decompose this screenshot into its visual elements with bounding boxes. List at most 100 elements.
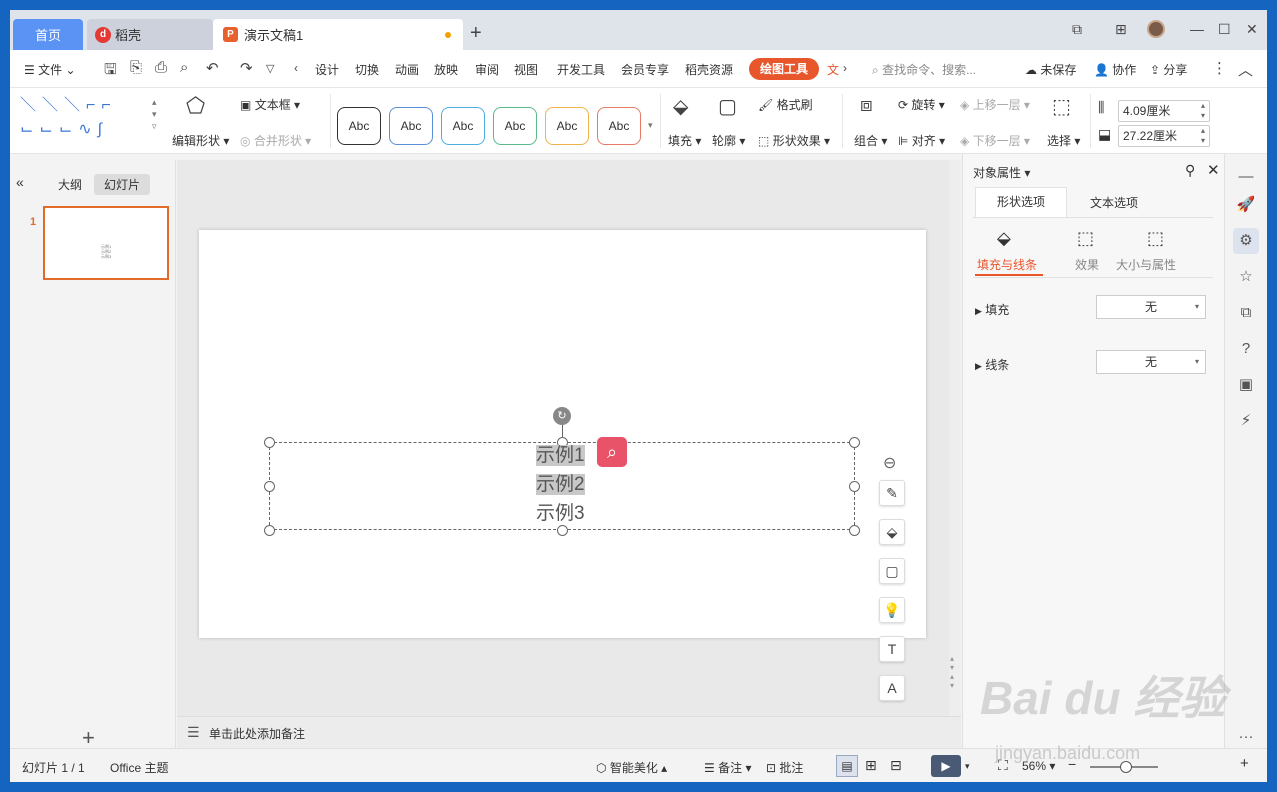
collapse-panel-icon[interactable]: « xyxy=(16,174,24,190)
new-tab-button[interactable]: + xyxy=(470,22,482,45)
text-box-button[interactable]: ▣ 文本框 ▾ xyxy=(240,96,300,113)
style-preset-2[interactable]: Abc xyxy=(389,107,433,145)
rotate-button[interactable]: ⟳ 旋转 ▾ xyxy=(898,96,945,113)
slide-text-line-1[interactable]: 示例1 xyxy=(536,445,585,466)
resize-handle[interactable] xyxy=(849,481,860,492)
minimize-sidebar-icon[interactable]: — xyxy=(1233,164,1259,190)
tab-outline[interactable]: 大纲 xyxy=(48,174,92,195)
help-icon[interactable]: ? xyxy=(1233,336,1259,362)
panel-title[interactable]: 对象属性 ▾ xyxy=(973,164,1030,181)
beautify-button[interactable]: ⬡ 智能美化 ▴ xyxy=(596,759,667,776)
collapse-ribbon-icon[interactable]: ︿ xyxy=(1238,59,1253,80)
fill-dropdown[interactable]: 无 ▾ xyxy=(1096,295,1206,319)
pin-icon[interactable]: ⚲ xyxy=(1185,162,1195,179)
command-search[interactable]: ⌕ 查找命令、搜索... xyxy=(872,61,976,78)
fill-tool-icon[interactable]: ⬙ xyxy=(879,519,905,545)
slide-thumbnail[interactable]: 示例1 示例2 示例3 xyxy=(43,206,169,280)
play-button[interactable]: ▶ xyxy=(931,755,961,777)
layout-icon[interactable]: ⧉ xyxy=(1072,21,1082,38)
width-stepper-icon[interactable]: ▴ ▾ xyxy=(1201,126,1205,146)
menu-view[interactable]: 视图 xyxy=(514,61,538,78)
shape-gallery[interactable]: ＼＼＼⌐⌐ ⌙⌙⌙∿∫ xyxy=(20,94,150,144)
line-section-toggle[interactable]: ▶ 线条 xyxy=(975,356,1009,373)
comments-button[interactable]: ⊡ 批注 xyxy=(766,759,803,776)
print-icon[interactable]: ⎙ xyxy=(155,59,167,76)
export-icon[interactable]: ⎘ xyxy=(130,59,142,76)
tab-slides[interactable]: 幻灯片 xyxy=(94,174,151,195)
shape-gallery-scroll-icon[interactable]: ▴ ▾ ▿ xyxy=(152,96,157,132)
style-preset-6[interactable]: Abc xyxy=(597,107,641,145)
subtab-fill-line[interactable]: 填充与线条 xyxy=(977,256,1037,273)
resize-handle[interactable] xyxy=(264,525,275,536)
maximize-icon[interactable]: ☐ xyxy=(1218,21,1231,38)
style-preset-5[interactable]: Abc xyxy=(545,107,589,145)
more-icon[interactable]: ··· xyxy=(1233,724,1259,750)
unsaved-button[interactable]: ☁ 未保存 xyxy=(1025,61,1076,78)
rocket-icon[interactable]: 🚀 xyxy=(1233,192,1259,218)
collab-button[interactable]: 👤 协作 xyxy=(1094,61,1136,78)
more-vertical-icon[interactable]: ⋮ xyxy=(1212,59,1227,77)
style-preset-3[interactable]: Abc xyxy=(441,107,485,145)
close-icon[interactable]: ✕ xyxy=(1246,21,1258,38)
preview-icon[interactable]: ⌕ xyxy=(180,59,188,76)
sorter-view-icon[interactable]: ⊞ xyxy=(865,757,877,774)
scroll-right-icon[interactable]: › xyxy=(843,61,847,75)
height-input[interactable]: 4.09厘米 ▴ ▾ xyxy=(1118,100,1210,122)
menu-transition[interactable]: 切换 xyxy=(355,61,379,78)
scroll-arrows-icon[interactable]: ▴ ▾ ▴ ▾ xyxy=(950,654,954,690)
file-menu[interactable]: ☰ 文件 ⌄ xyxy=(24,61,76,78)
group-button[interactable]: 组合 ▾ xyxy=(854,132,887,149)
outline-button[interactable]: 轮廓 ▾ xyxy=(712,132,745,149)
redo-icon[interactable]: ↷ xyxy=(240,59,253,77)
menu-review[interactable]: 审阅 xyxy=(475,61,499,78)
tab-home[interactable]: 首页 xyxy=(13,19,83,50)
menu-slideshow[interactable]: 放映 xyxy=(434,61,458,78)
style-gallery-more-icon[interactable]: ▾ xyxy=(648,120,653,131)
slide-text-line-2[interactable]: 示例2 xyxy=(536,474,585,495)
fill-button[interactable]: 填充 ▾ xyxy=(668,132,701,149)
save-icon[interactable]: 🖫 xyxy=(104,59,117,84)
rotate-handle-icon[interactable]: ↻ xyxy=(553,407,571,425)
menu-animation[interactable]: 动画 xyxy=(395,61,419,78)
menu-text-tools[interactable]: 文 xyxy=(827,61,839,78)
line-dropdown[interactable]: 无 ▾ xyxy=(1096,350,1206,374)
lightning-icon[interactable]: ⚡ xyxy=(1233,408,1259,434)
undo-icon[interactable]: ↶ xyxy=(206,59,219,77)
slides-icon[interactable]: ⧉ xyxy=(1233,300,1259,326)
scroll-left-icon[interactable]: ‹ xyxy=(294,61,298,75)
menu-developer[interactable]: 开发工具 xyxy=(557,61,605,78)
menu-member[interactable]: 会员专享 xyxy=(621,61,669,78)
apps-grid-icon[interactable]: ⊞ xyxy=(1115,21,1127,38)
style-preset-1[interactable]: Abc xyxy=(337,107,381,145)
tab-document[interactable]: P 演示文稿1 xyxy=(213,19,463,50)
shape-effect-button[interactable]: ⬚ 形状效果 ▾ xyxy=(758,132,830,149)
brush-tool-icon[interactable]: ✎ xyxy=(879,480,905,506)
subtab-size-props[interactable]: 大小与属性 xyxy=(1116,256,1176,273)
resize-handle[interactable] xyxy=(264,481,275,492)
tab-drawing-tools[interactable]: 绘图工具 xyxy=(749,58,819,80)
minimize-icon[interactable]: — xyxy=(1190,21,1204,37)
menu-daoke-resources[interactable]: 稻壳资源 xyxy=(685,61,733,78)
resize-handle[interactable] xyxy=(849,437,860,448)
zoom-in-icon[interactable]: + xyxy=(1240,755,1249,772)
select-button[interactable]: 选择 ▾ xyxy=(1047,132,1080,149)
notes-toggle[interactable]: ☰ 备注 ▾ xyxy=(704,759,751,776)
notes-bar[interactable]: ☰ 单击此处添加备注 xyxy=(177,716,961,748)
reading-view-icon[interactable]: ⊟ xyxy=(890,757,902,774)
star-icon[interactable]: ☆ xyxy=(1233,264,1259,290)
close-panel-icon[interactable]: ✕ xyxy=(1207,161,1220,179)
format-painter-button[interactable]: 🖌 格式刷 xyxy=(758,96,813,113)
vertical-scrollbar[interactable]: ▴ ▾ ▴ ▾ xyxy=(949,160,961,716)
bring-forward-button[interactable]: ◈ 上移一层 ▾ xyxy=(960,96,1030,113)
height-stepper-icon[interactable]: ▴ ▾ xyxy=(1201,101,1205,121)
merge-shape-button[interactable]: ◎ 合并形状 ▾ xyxy=(240,132,311,149)
share-button[interactable]: ⇪ 分享 xyxy=(1150,61,1187,78)
avatar[interactable] xyxy=(1147,20,1165,38)
send-backward-button[interactable]: ◈ 下移一层 ▾ xyxy=(960,132,1030,149)
tab-text-options[interactable]: 文本选项 xyxy=(1073,194,1155,211)
align-button[interactable]: ⊫ 对齐 ▾ xyxy=(898,132,945,149)
idea-bulb-icon[interactable]: 💡 xyxy=(879,597,905,623)
resize-handle[interactable] xyxy=(264,437,275,448)
style-preset-4[interactable]: Abc xyxy=(493,107,537,145)
text-tool-icon[interactable]: T xyxy=(879,636,905,662)
